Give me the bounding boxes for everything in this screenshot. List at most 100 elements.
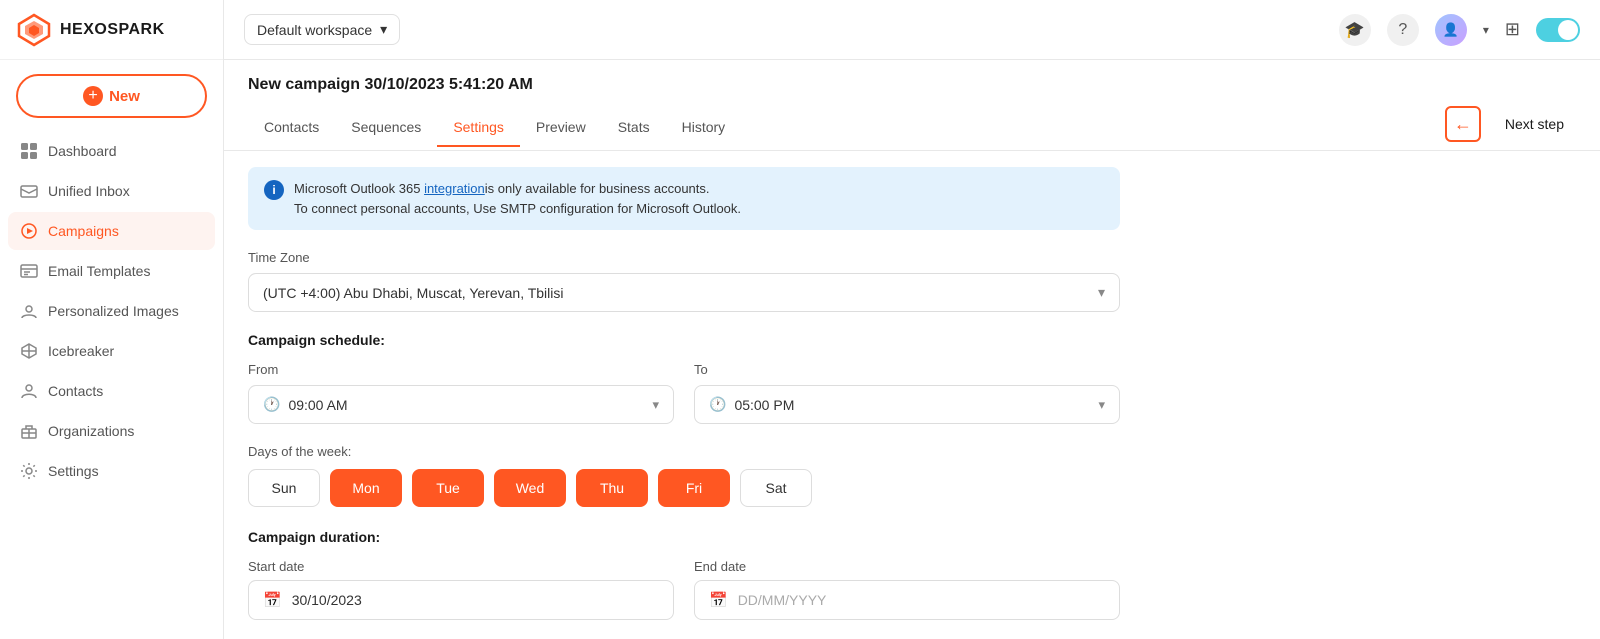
time-row: From 🕐 09:00 AM ▾ To 🕐 05:00 PM ▾: [248, 362, 1120, 424]
topbar-right: 🎓 ? 👤 ▾ ⊞: [1339, 14, 1580, 46]
sidebar-item-settings[interactable]: Settings: [8, 452, 215, 490]
workspace-label: Default workspace: [257, 22, 372, 38]
from-time-value: 09:00 AM: [288, 397, 644, 413]
start-date-value: 30/10/2023: [292, 592, 362, 608]
sidebar-item-email-templates[interactable]: Email Templates: [8, 252, 215, 290]
workspace-selector[interactable]: Default workspace ▾: [244, 14, 400, 45]
day-btn-wed[interactable]: Wed: [494, 469, 566, 507]
settings-icon: [20, 462, 38, 480]
info-link[interactable]: integration: [424, 181, 485, 196]
tab-contacts[interactable]: Contacts: [248, 109, 335, 147]
sidebar-item-label: Email Templates: [48, 263, 150, 279]
day-btn-fri[interactable]: Fri: [658, 469, 730, 507]
campaign-header: New campaign 30/10/2023 5:41:20 AM Conta…: [224, 60, 1600, 151]
timezone-select[interactable]: (UTC +4:00) Abu Dhabi, Muscat, Yerevan, …: [248, 273, 1120, 312]
days-row: Sun Mon Tue Wed Thu Fri Sat: [248, 469, 1120, 507]
help-icon[interactable]: ?: [1387, 14, 1419, 46]
sidebar-item-label: Icebreaker: [48, 343, 114, 359]
info-text: Microsoft Outlook 365 integrationis only…: [294, 179, 741, 218]
timezone-value: (UTC +4:00) Abu Dhabi, Muscat, Yerevan, …: [263, 285, 564, 301]
sidebar-item-contacts[interactable]: Contacts: [8, 372, 215, 410]
workspace-chevron-icon: ▾: [380, 21, 387, 38]
to-time-value: 05:00 PM: [734, 397, 1090, 413]
sidebar: HEXOSPARK + New Dashboard Unified Inbox: [0, 0, 224, 639]
dashboard-icon: [20, 142, 38, 160]
contacts-icon: [20, 382, 38, 400]
sidebar-item-personalized-images[interactable]: Personalized Images: [8, 292, 215, 330]
start-date-input[interactable]: 📅 30/10/2023: [248, 580, 674, 620]
sidebar-item-icebreaker[interactable]: Icebreaker: [8, 332, 215, 370]
calendar-icon-end: 📅: [709, 591, 728, 609]
start-date-label: Start date: [248, 559, 674, 574]
to-field: To 🕐 05:00 PM ▾: [694, 362, 1120, 424]
tab-stats[interactable]: Stats: [602, 109, 666, 147]
sidebar-item-label: Dashboard: [48, 143, 117, 159]
email-templates-icon: [20, 262, 38, 280]
timezone-label: Time Zone: [248, 250, 1120, 265]
tab-actions: ← Next step: [1445, 106, 1576, 150]
sidebar-item-label: Unified Inbox: [48, 183, 130, 199]
sidebar-item-label: Settings: [48, 463, 99, 479]
clock-icon-to: 🕐: [709, 396, 726, 413]
sidebar-item-label: Personalized Images: [48, 303, 179, 319]
sidebar-item-unified-inbox[interactable]: Unified Inbox: [8, 172, 215, 210]
days-label: Days of the week:: [248, 444, 1120, 459]
tab-settings[interactable]: Settings: [437, 109, 520, 147]
to-label: To: [694, 362, 1120, 377]
back-arrow-icon: ←: [1454, 114, 1472, 135]
to-chevron-icon: ▾: [1098, 397, 1105, 413]
day-btn-mon[interactable]: Mon: [330, 469, 402, 507]
tab-sequences[interactable]: Sequences: [335, 109, 437, 147]
end-date-input[interactable]: 📅 DD/MM/YYYY: [694, 580, 1120, 620]
schedule-title: Campaign schedule:: [248, 332, 1120, 348]
sidebar-item-label: Organizations: [48, 423, 134, 439]
clock-icon-from: 🕐: [263, 396, 280, 413]
info-icon: i: [264, 180, 284, 200]
from-time-select[interactable]: 🕐 09:00 AM ▾: [248, 385, 674, 424]
date-row: Start date 📅 30/10/2023 End date 📅 DD/MM…: [248, 559, 1120, 620]
inbox-icon: [20, 182, 38, 200]
info-banner: i Microsoft Outlook 365 integrationis on…: [248, 167, 1120, 230]
sidebar-nav: Dashboard Unified Inbox Campaigns: [0, 132, 223, 639]
sidebar-item-dashboard[interactable]: Dashboard: [8, 132, 215, 170]
new-button-label: New: [109, 88, 140, 105]
info-line2: To connect personal accounts, Use SMTP c…: [294, 201, 741, 216]
end-date-label: End date: [694, 559, 1120, 574]
timezone-chevron-icon: ▾: [1098, 284, 1105, 301]
from-field: From 🕐 09:00 AM ▾: [248, 362, 674, 424]
day-btn-sat[interactable]: Sat: [740, 469, 812, 507]
end-date-placeholder: DD/MM/YYYY: [738, 592, 827, 608]
new-button[interactable]: + New: [16, 74, 207, 118]
personalized-images-icon: [20, 302, 38, 320]
info-line1-prefix: Microsoft Outlook 365: [294, 181, 424, 196]
logo: HEXOSPARK: [0, 0, 223, 60]
info-line1-suffix: is only available for business accounts.: [485, 181, 710, 196]
sidebar-item-label: Contacts: [48, 383, 103, 399]
campaign-title: New campaign 30/10/2023 5:41:20 AM: [248, 76, 1576, 94]
organizations-icon: [20, 422, 38, 440]
tab-preview[interactable]: Preview: [520, 109, 602, 147]
app-name: HEXOSPARK: [60, 21, 165, 39]
avatar[interactable]: 👤: [1435, 14, 1467, 46]
campaign-tabs: Contacts Sequences Settings Preview Stat…: [248, 109, 741, 147]
end-date-field: End date 📅 DD/MM/YYYY: [694, 559, 1120, 620]
sidebar-item-campaigns[interactable]: Campaigns: [8, 212, 215, 250]
day-btn-tue[interactable]: Tue: [412, 469, 484, 507]
graduation-icon[interactable]: 🎓: [1339, 14, 1371, 46]
day-btn-sun[interactable]: Sun: [248, 469, 320, 507]
settings-body: i Microsoft Outlook 365 integrationis on…: [224, 151, 1144, 636]
plus-icon: +: [83, 86, 103, 106]
from-label: From: [248, 362, 674, 377]
next-step-button[interactable]: Next step: [1493, 108, 1576, 140]
day-btn-thu[interactable]: Thu: [576, 469, 648, 507]
icebreaker-icon: [20, 342, 38, 360]
logo-icon: [16, 12, 52, 48]
to-time-select[interactable]: 🕐 05:00 PM ▾: [694, 385, 1120, 424]
tab-history[interactable]: History: [666, 109, 742, 147]
calendar-icon-start: 📅: [263, 591, 282, 609]
toggle-switch[interactable]: [1536, 18, 1580, 42]
apps-icon[interactable]: ⊞: [1505, 19, 1520, 40]
duration-title: Campaign duration:: [248, 529, 1120, 545]
sidebar-item-organizations[interactable]: Organizations: [8, 412, 215, 450]
back-button[interactable]: ←: [1445, 106, 1481, 142]
